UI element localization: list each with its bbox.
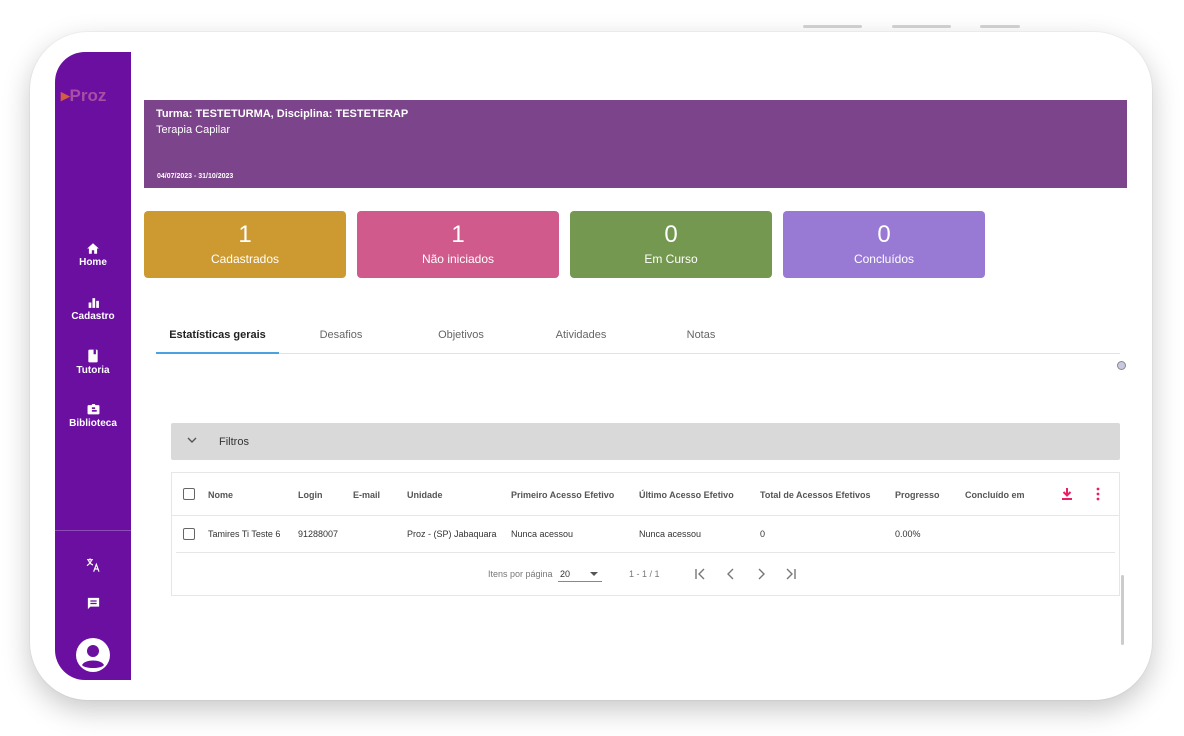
card-cadastrados[interactable]: 1 Cadastrados (144, 211, 346, 278)
students-table: Nome Login E-mail Unidade Primeiro Acess… (171, 472, 1120, 596)
sidebar-item-label: Tutoria (76, 365, 110, 376)
table-cell: 0.00% (895, 529, 921, 539)
account-button[interactable] (55, 637, 131, 673)
logo-text: Proz (69, 86, 107, 105)
tab-desafios[interactable]: Desafios (306, 318, 376, 354)
column-header[interactable]: Unidade (407, 490, 443, 500)
banner-dates: 04/07/2023 - 31/10/2023 (157, 173, 234, 180)
account-icon (76, 638, 110, 672)
card-label: Em Curso (644, 252, 698, 266)
translate-icon (86, 558, 100, 572)
home-icon (87, 243, 99, 254)
previous-page-icon[interactable] (722, 565, 740, 583)
column-header[interactable]: Login (298, 490, 323, 500)
card-value: 1 (238, 221, 252, 248)
proz-logo[interactable]: ▸Proz (61, 86, 106, 106)
page-range: 1 - 1 / 1 (629, 569, 660, 579)
table-cell: Nunca acessou (511, 529, 574, 539)
tab-objetivos[interactable]: Objetivos (421, 318, 501, 354)
sidebar-item-tutoria[interactable]: Tutoria (55, 349, 131, 376)
sidebar-item-label: Cadastro (71, 311, 115, 322)
row-divider (176, 552, 1115, 553)
window-bar-1 (803, 25, 862, 28)
card-value: 0 (877, 221, 891, 248)
row-checkbox[interactable] (183, 528, 195, 540)
window-bar-3 (980, 25, 1020, 28)
table-cell: Tamires Ti Teste 6 (208, 529, 281, 539)
sidebar-item-label: Biblioteca (69, 418, 117, 429)
card-label: Cadastrados (210, 252, 280, 266)
scrollbar[interactable] (1121, 575, 1124, 645)
sidebar-item-cadastro[interactable]: Cadastro (55, 296, 131, 322)
column-header[interactable]: Primeiro Acesso Efetivo (511, 490, 614, 500)
table-cell: Proz - (SP) Jabaquara (407, 529, 497, 539)
tab-atividades[interactable]: Atividades (541, 318, 621, 354)
header-divider (172, 515, 1119, 516)
card-value: 0 (664, 221, 678, 248)
column-header[interactable]: Progresso (895, 490, 940, 500)
column-header[interactable]: Nome (208, 490, 233, 500)
column-header[interactable]: Total de Acessos Efetivos (760, 490, 871, 500)
device-frame: ▸Proz Home Cadastro Tutoria Biblioteca T… (30, 32, 1152, 700)
card-nao-iniciados[interactable]: 1 Não iniciados (357, 211, 559, 278)
table-cell: 0 (760, 529, 766, 539)
page-size-select[interactable]: 20 (558, 566, 602, 582)
sidebar: ▸Proz Home Cadastro Tutoria Biblioteca (55, 52, 131, 680)
banner-title: Turma: TESTETURMA, Disciplina: TESTETERA… (156, 108, 409, 120)
logo-mark: ▸ (61, 86, 70, 105)
more-vert-icon[interactable] (1096, 487, 1100, 501)
status-indicator (1117, 361, 1126, 370)
first-page-icon[interactable] (691, 565, 709, 583)
dropdown-arrow-icon (590, 572, 598, 576)
table-cell: Nunca acessou (639, 529, 702, 539)
card-label: Concluídos (853, 252, 915, 266)
card-label: Não iniciados (421, 252, 495, 266)
main-content: Turma: TESTETURMA, Disciplina: TESTETERA… (131, 52, 1127, 680)
column-header[interactable]: Concluído em (965, 490, 1025, 500)
tab-bar: Estatísticas gerais Desafios Objetivos A… (156, 318, 1120, 354)
sidebar-item-biblioteca[interactable]: Biblioteca (55, 403, 131, 429)
tab-notas[interactable]: Notas (666, 318, 736, 354)
translate-button[interactable] (55, 557, 131, 573)
items-per-page-label: Itens por página (488, 569, 553, 579)
library-icon (87, 404, 99, 415)
book-icon (88, 349, 98, 363)
window-bar-2 (892, 25, 951, 28)
filters-label: Filtros (219, 436, 249, 448)
card-em-curso[interactable]: 0 Em Curso (570, 211, 772, 278)
page-size-value: 20 (560, 569, 571, 579)
card-value: 1 (451, 221, 465, 248)
download-icon[interactable] (1061, 487, 1073, 501)
select-all-checkbox[interactable] (183, 488, 195, 500)
class-banner: Turma: TESTETURMA, Disciplina: TESTETERA… (144, 100, 1127, 188)
chat-button[interactable] (55, 596, 131, 611)
column-header[interactable]: E-mail (353, 490, 380, 500)
chat-icon (87, 597, 99, 610)
column-header[interactable]: Último Acesso Efetivo (639, 490, 734, 500)
window-controls (0, 25, 1184, 29)
sidebar-item-home[interactable]: Home (55, 242, 131, 268)
last-page-icon[interactable] (782, 565, 800, 583)
sidebar-item-label: Home (79, 257, 107, 268)
app-screen: ▸Proz Home Cadastro Tutoria Biblioteca T… (55, 52, 1127, 680)
table-cell: 91288007 (298, 529, 339, 539)
sidebar-divider (55, 530, 131, 531)
banner-subtitle: Terapia Capilar (156, 124, 230, 136)
tab-estatisticas-gerais[interactable]: Estatísticas gerais (156, 318, 279, 354)
bar-chart-icon (88, 298, 99, 308)
filters-panel[interactable]: Filtros (171, 423, 1120, 460)
card-concluidos[interactable]: 0 Concluídos (783, 211, 985, 278)
chevron-down-icon (187, 437, 197, 443)
next-page-icon[interactable] (752, 565, 770, 583)
